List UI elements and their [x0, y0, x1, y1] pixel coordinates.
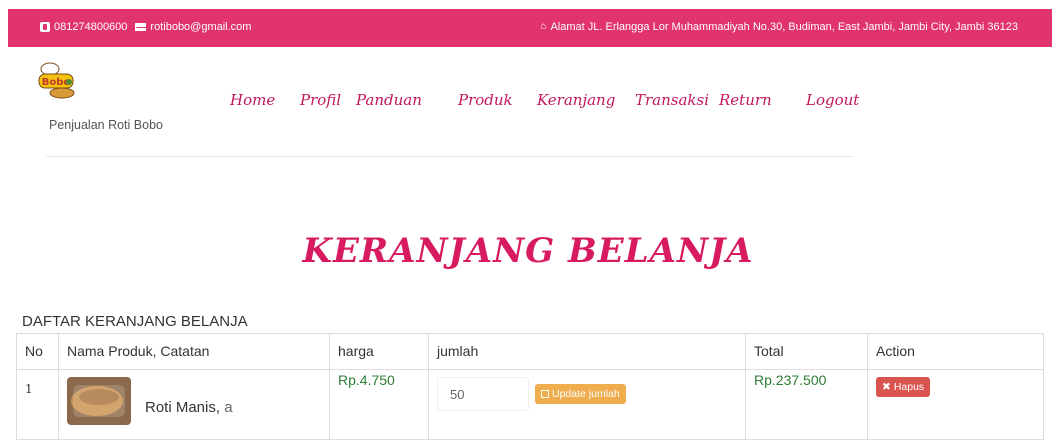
product-image [67, 377, 131, 425]
header-harga: harga [329, 333, 429, 370]
quantity-input[interactable] [437, 377, 529, 411]
product-note: a [224, 398, 233, 416]
nav-panduan[interactable]: Panduan [356, 91, 422, 109]
product-separator: , [215, 398, 225, 416]
address-info: ⌂ Alamat JL. Erlangga Lor Muhammadiyah N… [540, 21, 1018, 33]
row-total: Rp.237.500 [745, 369, 868, 440]
times-icon: ✖ [882, 381, 891, 393]
table-header-row: No Nama Produk, Catatan harga jumlah Tot… [16, 333, 1044, 370]
phone-text: 081274800600 [54, 21, 128, 33]
email-item: rotibobo@gmail.com [135, 21, 251, 33]
logo-hat [40, 62, 60, 76]
email-text: rotibobo@gmail.com [150, 21, 252, 33]
logo-bread [49, 87, 75, 99]
header-jumlah: jumlah [428, 333, 746, 370]
cart-table: No Nama Produk, Catatan harga jumlah Tot… [16, 333, 1044, 440]
nav-keranjang[interactable]: Keranjang [537, 91, 615, 109]
product-name: Roti Manis [145, 398, 216, 416]
nav-transaksi[interactable]: Transaksi [635, 91, 709, 109]
table-row: 1 Roti Manis, a Rp.4.750 50 Update jumla… [16, 369, 1044, 440]
nav-logout[interactable]: Logout [806, 91, 859, 109]
edit-icon [541, 390, 549, 398]
delete-button[interactable]: ✖ Hapus [876, 377, 931, 397]
nav-divider [46, 156, 852, 157]
header-total: Total [745, 333, 868, 370]
row-no: 1 [16, 369, 59, 440]
product-name-line: Roti Manis, a [145, 399, 233, 416]
thumb-wrap [73, 385, 125, 417]
qty-controls: Update jumlah [437, 377, 737, 411]
delete-label: Hapus [893, 381, 925, 393]
row-qty-cell: Update jumlah [428, 369, 746, 440]
nav-return[interactable]: Return [719, 91, 772, 109]
product-info: Roti Manis, a [67, 377, 321, 425]
address-text: Alamat JL. Erlangga Lor Muhammadiyah No.… [550, 21, 1018, 33]
header-action: Action [867, 333, 1044, 370]
list-title: DAFTAR KERANJANG BELANJA [22, 313, 248, 330]
phone-icon [40, 22, 50, 32]
top-contact-bar: 081274800600 rotibobo@gmail.com ⌂ Alamat… [8, 9, 1052, 47]
row-price: Rp.4.750 [329, 369, 429, 440]
nav-profil[interactable]: Profil [300, 91, 341, 109]
header-no: No [16, 333, 59, 370]
update-label: Update jumlah [552, 388, 620, 400]
page-title: KERANJANG BELANJA [302, 231, 754, 271]
phone-item: 081274800600 [40, 21, 127, 33]
logo-dot [66, 79, 72, 85]
contact-info: 081274800600 rotibobo@gmail.com [40, 21, 251, 33]
header-name: Nama Produk, Catatan [58, 333, 330, 370]
update-quantity-button[interactable]: Update jumlah [535, 384, 626, 404]
mail-icon [135, 23, 148, 31]
row-product-cell: Roti Manis, a [58, 369, 330, 440]
nav-produk[interactable]: Produk [458, 91, 513, 109]
logo-caption: Penjualan Roti Bobo [49, 118, 163, 132]
row-action-cell: ✖ Hapus [867, 369, 1044, 440]
logo[interactable]: Bobo [36, 62, 78, 100]
nav-home[interactable]: Home [230, 91, 275, 109]
home-icon: ⌂ [540, 21, 547, 32]
